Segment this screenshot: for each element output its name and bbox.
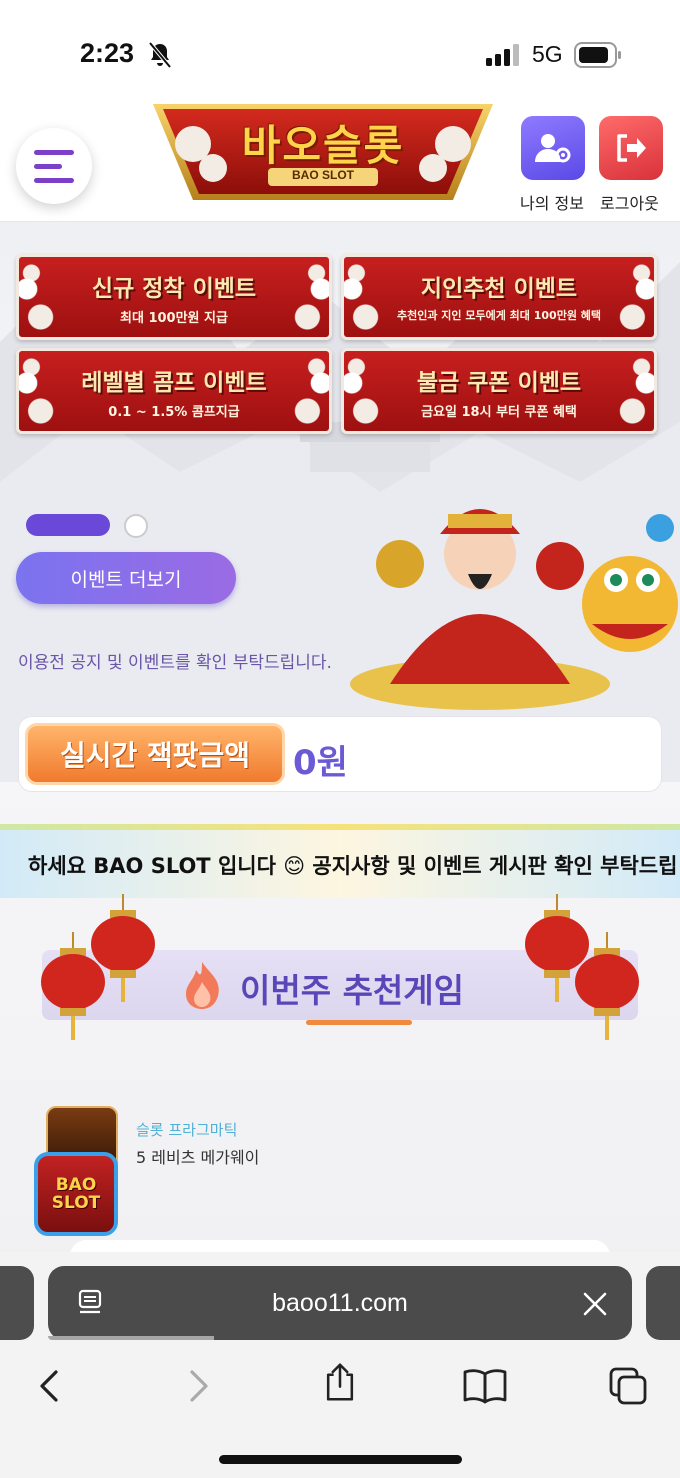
url-text[interactable]: baoo11.com — [48, 1289, 632, 1318]
tabs-icon[interactable] — [608, 1366, 648, 1406]
recommend-underline — [306, 1020, 412, 1025]
menu-line-icon — [34, 149, 74, 155]
notice-ticker: 하세요 BAO SLOT 입니다 😊 공지사항 및 이벤트 게시판 확인 부탁드… — [0, 824, 680, 898]
event-subtitle: 최대 100만원 지급 — [120, 311, 228, 326]
logo-title[interactable]: 바오슬롯 — [153, 112, 493, 173]
menu-line-icon — [34, 177, 74, 183]
event-banner-friday-coupon[interactable]: 불금 쿠폰 이벤트 금요일 18시 부터 쿠폰 혜택 — [341, 348, 657, 434]
share-icon[interactable] — [320, 1362, 360, 1402]
bell-slash-icon — [148, 42, 172, 68]
event-title: 불금 쿠폰 이벤트 — [416, 370, 582, 396]
event-title: 레벨별 콤프 이벤트 — [81, 370, 267, 396]
forward-icon[interactable] — [178, 1366, 218, 1406]
jackpot-panel: 실시간 잭팟금액 0원 — [18, 716, 662, 792]
event-subtitle: 추천인과 지인 모두에게 최대 100만원 혜택 — [396, 309, 602, 322]
event-subtitle: 금요일 18시 부터 쿠폰 혜택 — [421, 405, 577, 420]
address-bar[interactable]: baoo11.com — [48, 1266, 632, 1340]
battery-icon — [574, 42, 621, 68]
ticker-text: 하세요 BAO SLOT 입니다 😊 공지사항 및 이벤트 게시판 확인 부탁드… — [28, 854, 678, 878]
notice-text: 이용전 공지 및 이벤트를 확인 부탁드립니다. — [18, 653, 332, 673]
bookmarks-icon[interactable] — [462, 1366, 508, 1406]
recommend-title: 이번주 추천게임 — [240, 971, 465, 1010]
fortune-god-mascot-image — [350, 509, 678, 710]
browser-toolbar: baoo11.com — [0, 1252, 680, 1478]
previous-tab-peek[interactable] — [0, 1266, 34, 1340]
logo-subtitle: BAO SLOT — [292, 168, 354, 182]
event-banner-new-signup[interactable]: 신규 정착 이벤트 최대 100만원 지급 — [16, 254, 332, 340]
lantern-icon — [41, 932, 105, 1040]
hamburger-menu-button[interactable] — [16, 128, 92, 204]
my-info-label[interactable]: 나의 정보 — [520, 190, 584, 214]
jackpot-label: 실시간 잭팟금액 — [25, 723, 285, 785]
user-settings-icon — [535, 134, 571, 163]
event-banner-referral[interactable]: 지인추천 이벤트 추천인과 지인 모두에게 최대 100만원 혜택 — [341, 254, 657, 340]
game-name[interactable]: 5 레비츠 메가웨이 — [136, 1144, 259, 1168]
event-title: 지인추천 이벤트 — [420, 276, 578, 302]
menu-line-icon — [34, 163, 62, 169]
event-title: 신규 정착 이벤트 — [91, 276, 257, 302]
floating-chat-button[interactable]: BAO SLOT — [34, 1152, 118, 1236]
jackpot-value: 0원 — [293, 743, 348, 783]
game-category: 슬롯 프라그마틱 — [136, 1121, 238, 1139]
signal-icon — [486, 44, 519, 66]
lantern-icon — [575, 932, 639, 1040]
floating-button-line2: SLOT — [51, 1193, 101, 1213]
close-icon[interactable] — [582, 1291, 608, 1317]
back-icon[interactable] — [30, 1366, 70, 1406]
network-label: 5G — [532, 41, 563, 67]
event-subtitle: 0.1 ~ 1.5% 콤프지급 — [108, 405, 240, 420]
floating-button-line1: BAO — [55, 1175, 97, 1195]
slider-indicator[interactable] — [124, 514, 148, 538]
main-content: 신규 정착 이벤트 최대 100만원 지급 지인추천 이벤트 추천인과 지인 모… — [0, 222, 680, 1252]
event-banner-comp[interactable]: 레벨별 콤프 이벤트 0.1 ~ 1.5% 콤프지급 — [16, 348, 332, 434]
fire-icon — [186, 962, 219, 1009]
logout-button[interactable] — [599, 116, 663, 180]
my-info-button[interactable] — [521, 116, 585, 180]
page-load-progress — [48, 1336, 214, 1340]
next-tab-peek[interactable] — [646, 1266, 680, 1340]
status-time: 2:23 — [80, 38, 135, 68]
slider-indicator-active[interactable] — [26, 514, 110, 536]
home-indicator — [219, 1455, 462, 1464]
site-header: 바오슬롯 BAO SLOT 나의 정보 로그아웃 — [0, 100, 680, 222]
game-card-peek — [70, 1240, 610, 1252]
logout-label[interactable]: 로그아웃 — [600, 190, 659, 214]
status-bar: 2:23 5G — [0, 0, 680, 100]
ticker-divider — [0, 824, 680, 830]
logout-icon — [617, 134, 646, 162]
more-events-button[interactable]: 이벤트 더보기 — [16, 552, 236, 604]
